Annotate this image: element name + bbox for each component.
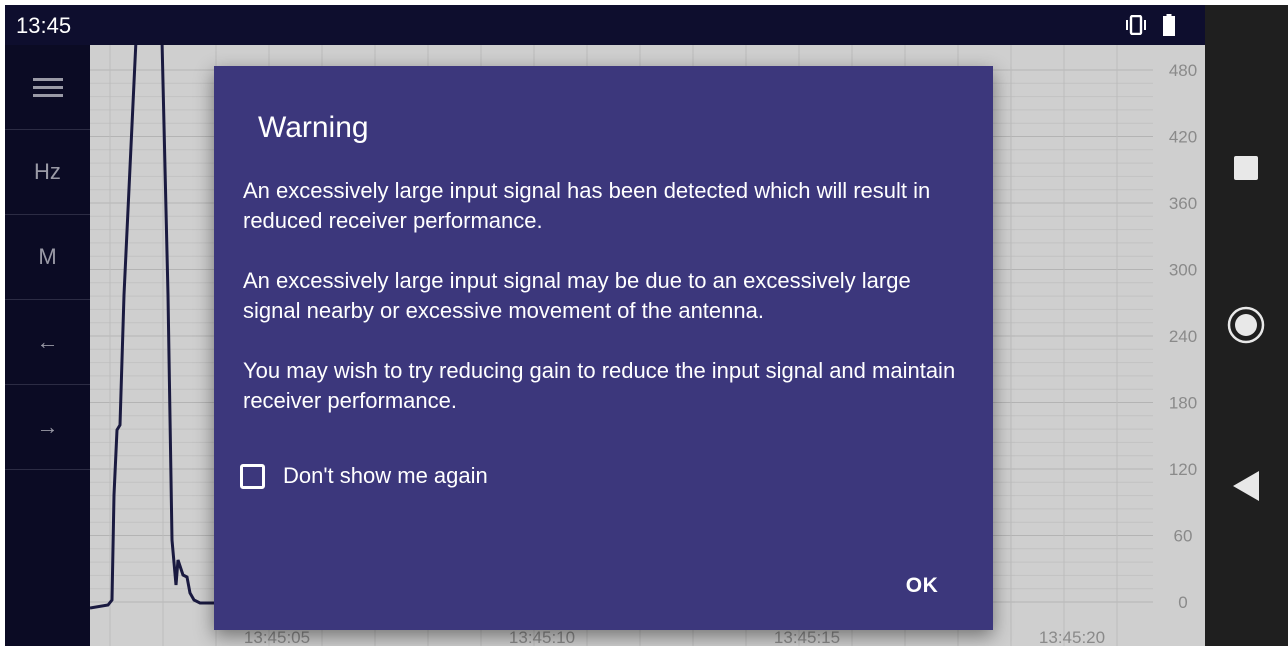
x-tick-label: 13:45:10: [509, 628, 575, 646]
vibrate-icon: [1126, 15, 1146, 35]
y-tick-label: 480: [1169, 61, 1197, 80]
menu-button[interactable]: [5, 45, 90, 130]
home-circle-icon[interactable]: [1227, 306, 1265, 344]
marker-button-label: M: [38, 244, 57, 269]
hz-button[interactable]: Hz: [5, 130, 90, 215]
warning-dialog: Warning An excessively large input signa…: [214, 66, 993, 630]
back-triangle-icon[interactable]: [1233, 471, 1259, 501]
y-tick-label: 360: [1169, 194, 1197, 213]
x-tick-label: 13:45:05: [244, 628, 310, 646]
ok-button[interactable]: OK: [886, 566, 958, 606]
dialog-title: Warning: [258, 111, 369, 144]
dont-show-again-row[interactable]: Don't show me again: [240, 459, 488, 493]
battery-icon: [1163, 14, 1175, 36]
status-time: 13:45: [16, 13, 72, 38]
y-tick-label: 60: [1174, 527, 1193, 546]
dont-show-again-checkbox[interactable]: [240, 463, 265, 489]
y-tick-label: 240: [1169, 327, 1197, 346]
y-tick-label: 420: [1169, 128, 1197, 147]
dialog-message-2: An excessively large input signal may be…: [243, 268, 911, 323]
device-screen: 480 420 360 300 240 180 120 60 0 13:45:05 13:45:1…: [5, 5, 1288, 646]
scroll-left-button[interactable]: ←: [5, 300, 90, 385]
hz-button-label: Hz: [34, 159, 61, 184]
dialog-message-1: An excessively large input signal has be…: [243, 178, 931, 233]
x-tick-label: 13:45:20: [1039, 628, 1105, 646]
scroll-right-button[interactable]: →: [5, 385, 90, 470]
arrow-left-icon: ←: [36, 329, 59, 354]
marker-button[interactable]: M: [5, 215, 90, 300]
y-tick-label: 180: [1169, 394, 1197, 413]
arrow-right-icon: →: [36, 414, 59, 439]
status-bar: 13:45: [5, 5, 1205, 45]
x-tick-label: 13:45:15: [774, 628, 840, 646]
dont-show-again-label[interactable]: Don't show me again: [283, 463, 488, 489]
dialog-message-3: You may wish to try reducing gain to red…: [243, 358, 956, 413]
system-nav-bar: [1205, 5, 1288, 646]
recents-square-icon[interactable]: [1234, 156, 1258, 180]
y-tick-label: 0: [1178, 593, 1187, 612]
hamburger-menu-icon: [32, 78, 63, 97]
y-tick-label: 300: [1169, 261, 1197, 280]
side-menu: Hz M ← →: [5, 45, 90, 646]
y-tick-label: 120: [1169, 460, 1197, 479]
